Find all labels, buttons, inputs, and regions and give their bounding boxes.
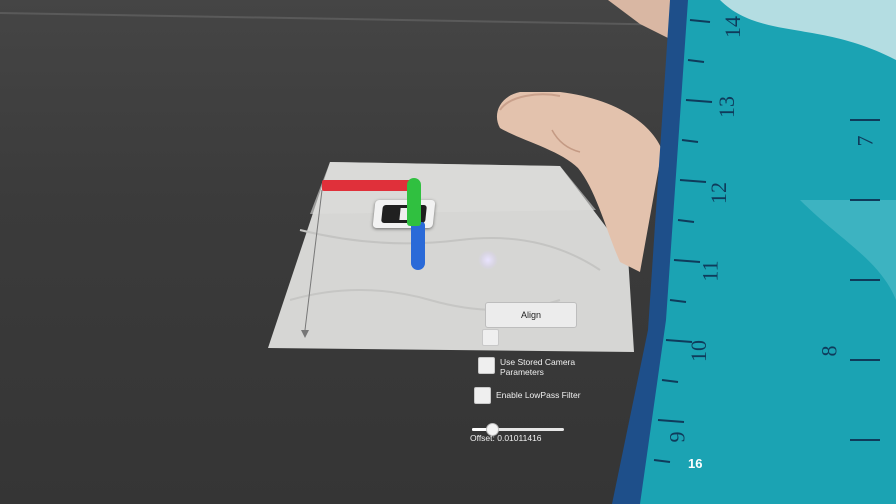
- fps-counter: 16: [688, 456, 703, 471]
- lowpass-label: Enable LowPass Filter: [496, 390, 581, 400]
- stored-camera-label-line2: Parameters: [500, 367, 544, 377]
- stored-camera-checkbox[interactable]: [478, 357, 495, 374]
- lowpass-row[interactable]: Enable LowPass Filter: [474, 387, 581, 404]
- lowpass-checkbox[interactable]: [474, 387, 491, 404]
- stored-camera-row[interactable]: Use Stored Camera Parameters: [478, 357, 575, 377]
- offset-label: Offset: 0.01011416: [470, 433, 542, 443]
- align-button[interactable]: Align: [485, 302, 577, 328]
- stored-camera-label: Use Stored Camera Parameters: [500, 357, 575, 377]
- stored-camera-label-line1: Use Stored Camera: [500, 357, 576, 367]
- ar-overlay-ui: Align Use Stored Camera Parameters Enabl…: [0, 0, 896, 504]
- hidden-option-row[interactable]: [482, 329, 504, 346]
- offset-slider[interactable]: [472, 418, 564, 436]
- hidden-option-checkbox[interactable]: [482, 329, 499, 346]
